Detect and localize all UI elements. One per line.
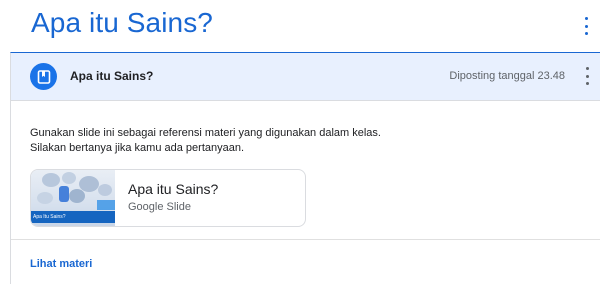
more-vert-icon[interactable]	[581, 67, 593, 85]
attachment-type: Google Slide	[128, 201, 191, 213]
card-body: Gunakan slide ini sebagai referensi mate…	[11, 100, 600, 240]
post-description: Gunakan slide ini sebagai referensi mate…	[30, 126, 381, 156]
slide-thumbnail: Apa Itu Sains?	[31, 170, 115, 226]
attachment-card[interactable]: Apa Itu Sains? Apa itu Sains? Google Sli…	[30, 169, 306, 227]
page-title: Apa itu Sains?	[31, 7, 213, 38]
material-icon	[30, 63, 57, 90]
more-vert-icon[interactable]	[580, 17, 592, 35]
post-title: Apa itu Sains?	[70, 69, 154, 83]
card-header[interactable]: Apa itu Sains? Diposting tanggal 23.48	[11, 53, 600, 101]
material-card: Apa itu Sains? Diposting tanggal 23.48 G…	[10, 52, 600, 284]
attachment-title: Apa itu Sains?	[128, 181, 219, 197]
description-line: Silakan bertanya jika kamu ada pertanyaa…	[30, 142, 245, 154]
post-date: Diposting tanggal 23.48	[449, 70, 565, 82]
thumbnail-caption: Apa Itu Sains?	[31, 211, 115, 223]
view-material-link[interactable]: Lihat materi	[30, 258, 92, 270]
classroom-page: Apa itu Sains? Apa itu Sains? Diposting …	[0, 0, 600, 284]
description-line: Gunakan slide ini sebagai referensi mate…	[30, 127, 381, 139]
